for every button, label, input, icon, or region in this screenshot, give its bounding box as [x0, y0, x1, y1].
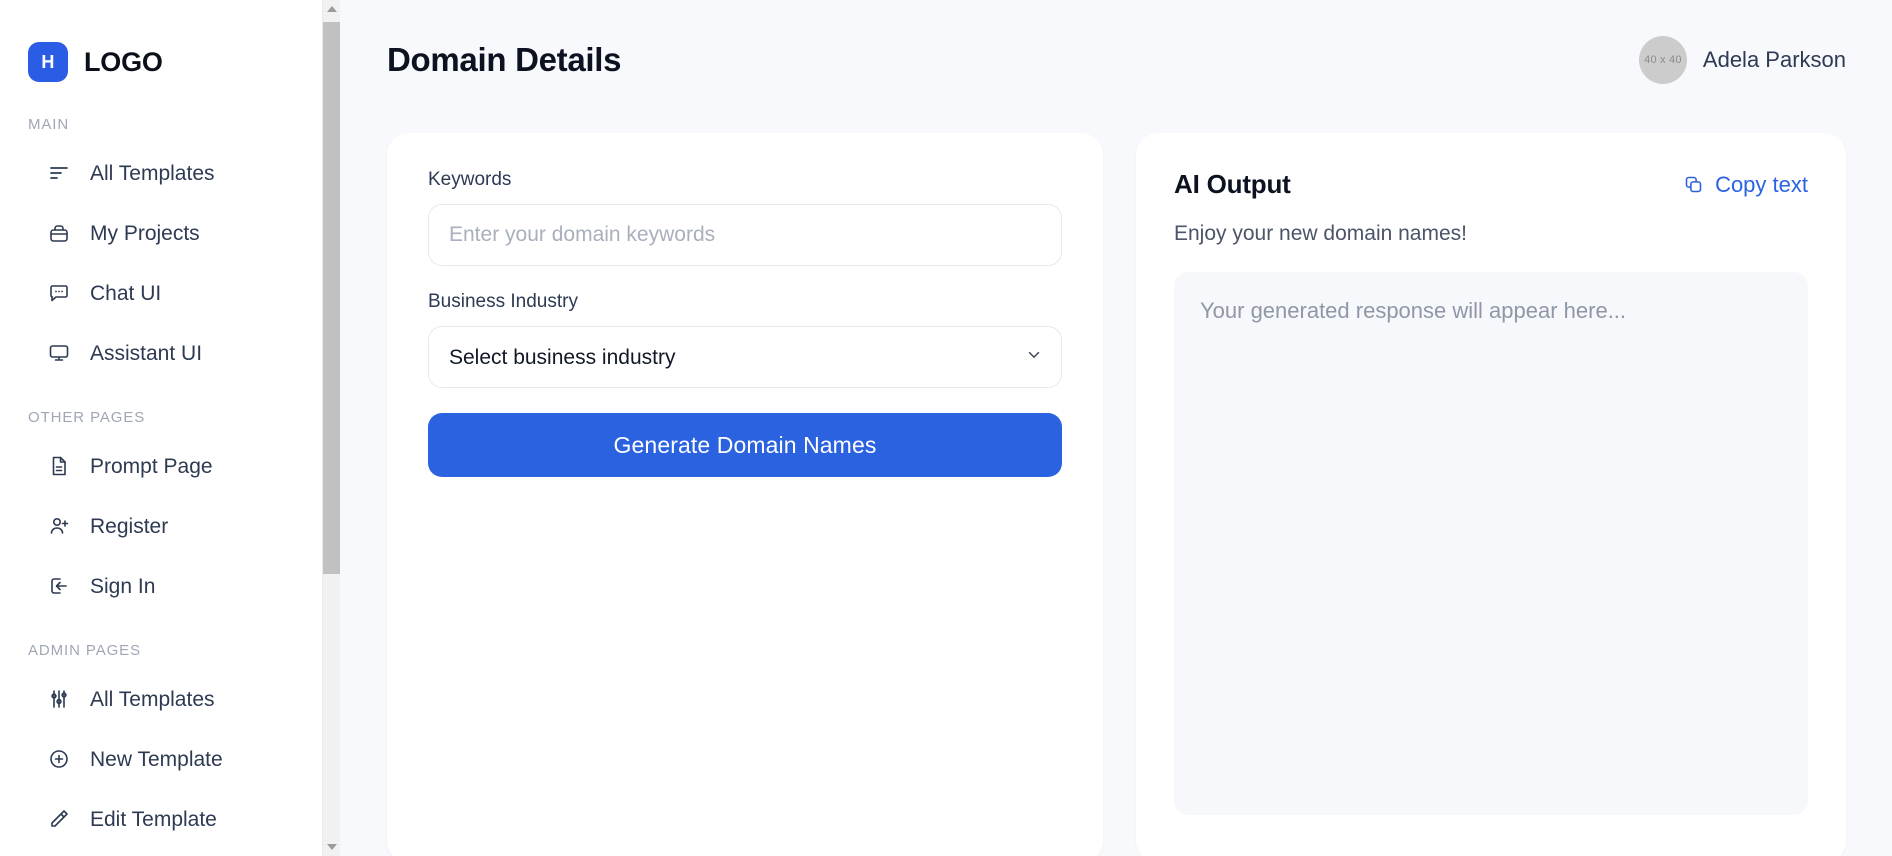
brand-logo[interactable]: H LOGO [0, 0, 322, 96]
avatar-placeholder-text: 40 x 40 [1644, 54, 1682, 66]
sidebar-item-admin-all-templates[interactable]: All Templates [0, 669, 322, 729]
monitor-icon [46, 340, 72, 366]
copy-text-button[interactable]: Copy text [1683, 172, 1808, 198]
ai-output-header: AI Output Copy text [1174, 169, 1808, 200]
sidebar-item-label: All Templates [90, 687, 215, 711]
sidebar-scroll-area: H LOGO MAIN All Templates My Projects Ch… [0, 0, 322, 856]
sidebar-item-my-projects[interactable]: My Projects [0, 203, 322, 263]
copy-icon [1683, 174, 1704, 195]
scroll-down-arrow-icon[interactable] [323, 838, 340, 856]
user-profile[interactable]: 40 x 40 Adela Parkson [1638, 36, 1846, 84]
app-root: H LOGO MAIN All Templates My Projects Ch… [0, 0, 1892, 856]
page-title: Domain Details [387, 41, 622, 78]
sidebar-item-chat-ui[interactable]: Chat UI [0, 263, 322, 323]
sidebar-scrollbar[interactable] [322, 0, 340, 856]
scroll-down-glyph [327, 844, 337, 850]
briefcase-icon [46, 220, 72, 246]
brand-mark-letter: H [41, 51, 55, 72]
sign-in-icon [46, 573, 72, 599]
sidebar-item-label: Sign In [90, 574, 156, 598]
sliders-icon [46, 686, 72, 712]
document-icon [46, 453, 72, 479]
nav-section-label-admin-pages: ADMIN PAGES [28, 642, 141, 659]
user-plus-icon [46, 513, 72, 539]
generate-domain-names-button[interactable]: Generate Domain Names [428, 413, 1062, 477]
content-area: Keywords Business Industry Select busine… [340, 120, 1892, 856]
edit-icon [46, 806, 72, 832]
ai-output-subtitle: Enjoy your new domain names! [1174, 222, 1467, 245]
main-content: Domain Details 40 x 40 Adela Parkson Key… [340, 0, 1892, 856]
sidebar-item-label: All Templates [90, 161, 215, 185]
ai-output-title: AI Output [1174, 169, 1291, 199]
sidebar: H LOGO MAIN All Templates My Projects Ch… [0, 0, 340, 856]
nav-section-label-main: MAIN [28, 116, 70, 133]
scroll-up-arrow-icon[interactable] [323, 0, 340, 18]
industry-field-group: Business Industry Select business indust… [428, 291, 1062, 388]
keywords-field-group: Keywords [428, 169, 1062, 266]
sidebar-item-sign-in[interactable]: Sign In [0, 556, 322, 616]
sidebar-item-label: Assistant UI [90, 341, 203, 365]
sidebar-item-prompt-page[interactable]: Prompt Page [0, 436, 322, 496]
user-name: Adela Parkson [1702, 47, 1846, 72]
sidebar-item-label: Register [90, 514, 169, 538]
plus-circle-icon [46, 746, 72, 772]
sidebar-item-edit-template[interactable]: Edit Template [0, 789, 322, 849]
business-industry-select-wrap: Select business industry [428, 326, 1062, 388]
nav-section-label-other-pages: OTHER PAGES [28, 409, 146, 426]
brand-mark-icon: H [28, 42, 68, 82]
scrollbar-thumb[interactable] [323, 22, 340, 574]
sidebar-item-label: My Projects [90, 221, 200, 245]
avatar[interactable]: 40 x 40 [1638, 36, 1687, 84]
scroll-up-glyph [327, 6, 337, 12]
sidebar-item-label: New Template [90, 747, 223, 771]
sidebar-item-assistant-ui[interactable]: Assistant UI [0, 323, 322, 383]
sidebar-item-new-template[interactable]: New Template [0, 729, 322, 789]
list-lines-icon [46, 160, 72, 186]
sidebar-item-label: Edit Template [90, 807, 217, 831]
business-industry-select[interactable]: Select business industry [428, 326, 1062, 388]
ai-output-placeholder: Your generated response will appear here… [1200, 298, 1627, 323]
keywords-label: Keywords [428, 169, 512, 190]
ai-output-box[interactable]: Your generated response will appear here… [1174, 272, 1808, 815]
sidebar-item-register[interactable]: Register [0, 496, 322, 556]
business-industry-label: Business Industry [428, 291, 578, 312]
domain-form-card: Keywords Business Industry Select busine… [387, 133, 1103, 856]
ai-output-card: AI Output Copy text Enjoy your new domai… [1136, 133, 1846, 856]
keywords-input[interactable] [428, 204, 1062, 266]
sidebar-item-all-templates[interactable]: All Templates [0, 143, 322, 203]
sidebar-item-label: Prompt Page [90, 454, 213, 478]
copy-text-label: Copy text [1715, 171, 1808, 197]
brand-name: LOGO [84, 46, 163, 77]
top-bar: Domain Details 40 x 40 Adela Parkson [340, 0, 1892, 120]
sidebar-item-label: Chat UI [90, 281, 162, 305]
chat-bubble-icon [46, 280, 72, 306]
